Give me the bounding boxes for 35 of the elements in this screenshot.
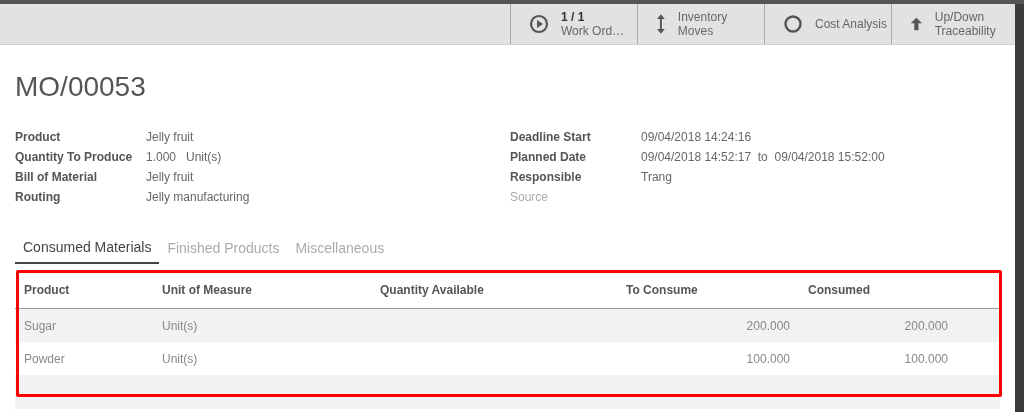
table-cell: Powder xyxy=(24,351,65,366)
column-header: Quantity Available xyxy=(371,272,617,309)
field-value: 1.000 Unit(s) xyxy=(146,150,222,164)
field-label: Routing xyxy=(15,190,62,204)
tab[interactable]: Finished Products xyxy=(159,235,288,264)
record-title: MO/00053 xyxy=(15,71,147,103)
field-value: Jelly manufacturing xyxy=(146,190,250,204)
column-header: Product xyxy=(15,272,153,309)
field-value: Jelly fruit xyxy=(146,130,194,144)
circle-icon xyxy=(783,14,803,34)
field-label: Responsible xyxy=(510,170,583,184)
play-icon xyxy=(529,14,549,34)
field-value: 09/04/2018 14:52:17 to 09/04/2018 15:52:00 xyxy=(641,150,885,164)
table-cell: Unit(s) xyxy=(162,351,198,366)
field-value: Trang xyxy=(641,170,672,184)
table-cell: 100.000 xyxy=(904,351,948,366)
field-label: Deadline Start xyxy=(510,130,592,144)
tab[interactable]: Consumed Materials xyxy=(15,235,160,264)
column-header: Consumed xyxy=(799,272,1000,309)
field-label: Bill of Material xyxy=(15,170,98,184)
field-label: Planned Date xyxy=(510,150,588,164)
field-label: Quantity To Produce xyxy=(15,150,134,164)
column-header: Unit of Measure xyxy=(153,272,371,309)
field-label: Source xyxy=(510,190,550,204)
table-cell: 200.000 xyxy=(746,318,790,333)
table-cell: Unit(s) xyxy=(162,318,198,333)
field-value: 09/04/2018 14:24:16 xyxy=(641,130,752,144)
field-label: Product xyxy=(15,130,62,144)
table-cell: 100.000 xyxy=(746,351,790,366)
table-cell: 200.000 xyxy=(904,318,948,333)
up-down-arrow-icon xyxy=(656,13,666,35)
table-cell: Sugar xyxy=(24,318,57,333)
field-value: Jelly fruit xyxy=(146,170,194,184)
column-header: To Consume xyxy=(617,272,799,309)
tab[interactable]: Miscellaneous xyxy=(287,235,393,264)
